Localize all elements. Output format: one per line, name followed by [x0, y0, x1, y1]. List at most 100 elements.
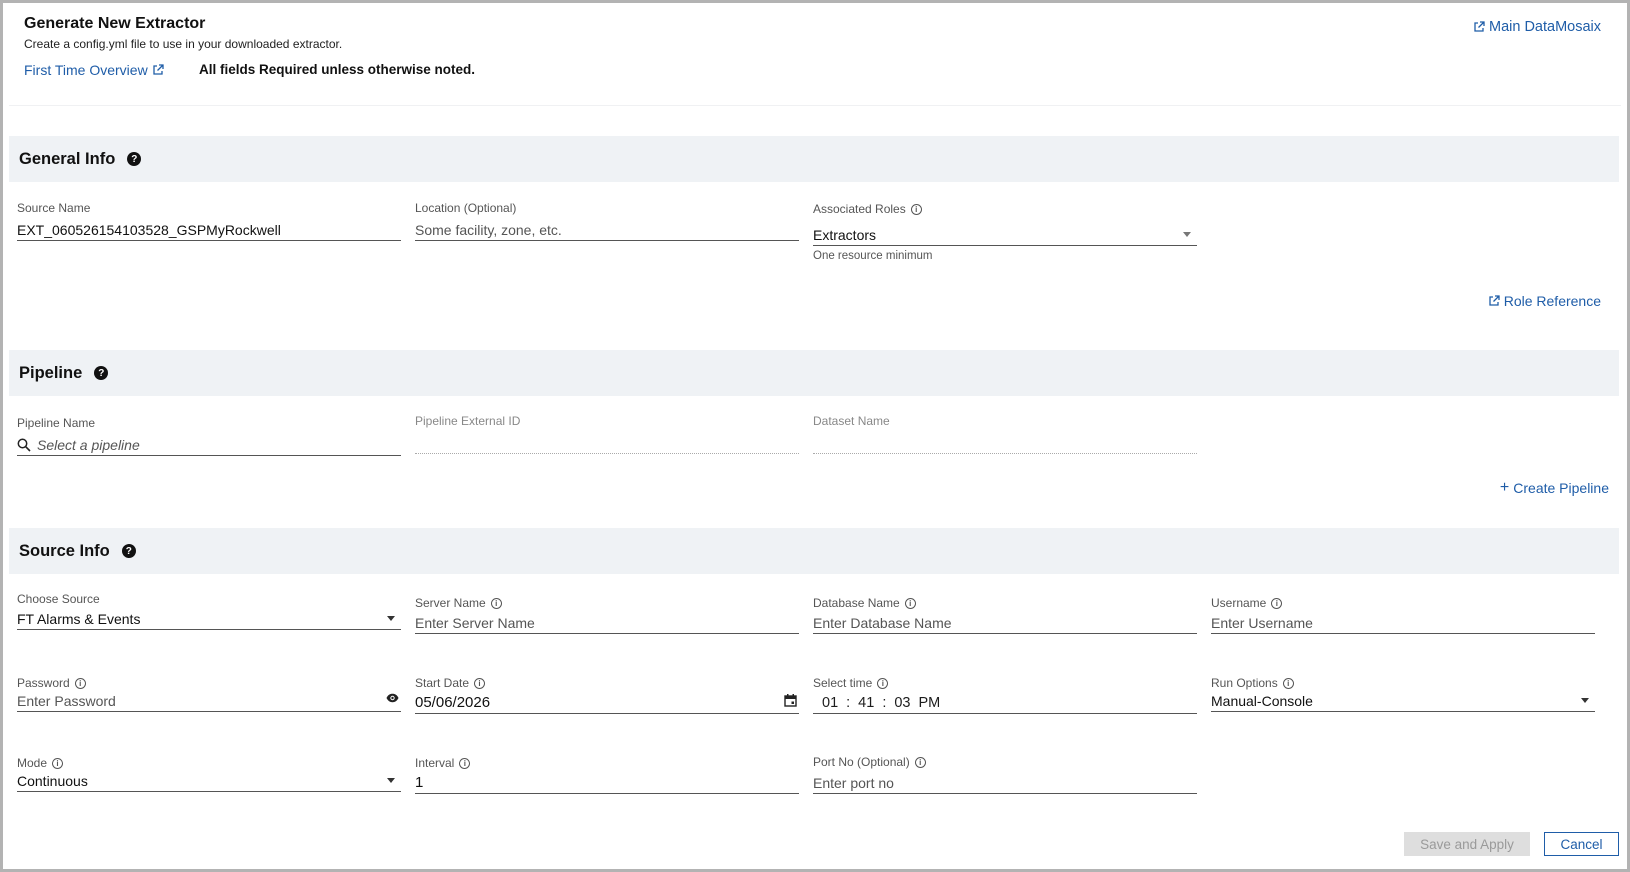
server-name-placeholder: Enter Server Name [415, 614, 535, 631]
info-icon[interactable]: i [74, 677, 86, 689]
mode-field: Mode i Continuous [17, 756, 401, 792]
info-icon[interactable]: i [877, 677, 889, 689]
time-parts: 01 : 41 : 03 PM [813, 695, 948, 711]
interval-label: Interval [415, 756, 455, 770]
associated-roles-select[interactable]: Extractors [813, 224, 1197, 246]
pipeline-name-input[interactable]: Select a pipeline [17, 434, 401, 456]
username-placeholder: Enter Username [1211, 614, 1313, 631]
choose-source-label: Choose Source [17, 592, 100, 606]
mode-value: Continuous [17, 772, 88, 789]
location-placeholder: Some facility, zone, etc. [415, 221, 562, 238]
start-date-label: Start Date [415, 676, 470, 690]
choose-source-select[interactable]: FT Alarms & Events [17, 608, 401, 630]
select-time-input[interactable]: 01 : 41 : 03 PM [813, 692, 1197, 714]
chevron-down-icon [1183, 232, 1191, 237]
help-icon[interactable]: ? [94, 366, 109, 380]
info-icon[interactable]: i [1282, 677, 1294, 689]
password-input[interactable]: Enter Password [17, 690, 401, 712]
port-no-input[interactable]: Enter port no [813, 772, 1197, 794]
save-and-apply-button[interactable]: Save and Apply [1404, 832, 1530, 856]
external-link-icon [1474, 21, 1485, 32]
info-icon[interactable]: i [1271, 597, 1283, 609]
source-info-section-header: Source Info ? [9, 528, 1619, 574]
location-input[interactable]: Some facility, zone, etc. [415, 219, 799, 241]
info-icon[interactable]: i [52, 757, 64, 769]
database-name-field: Database Name i Enter Database Name [813, 596, 1197, 634]
password-field: Password i Enter Password [17, 676, 401, 712]
mode-select[interactable]: Continuous [17, 770, 401, 792]
password-placeholder: Enter Password [17, 692, 116, 709]
associated-roles-helper: One resource minimum [813, 250, 933, 262]
plus-icon: + [1499, 479, 1510, 496]
run-options-value: Manual-Console [1211, 692, 1313, 709]
create-pipeline-label: Create Pipeline [1513, 480, 1609, 496]
port-no-placeholder: Enter port no [813, 774, 894, 791]
dataset-name-field: Dataset Name [813, 414, 1197, 454]
page-title: Generate New Extractor [24, 15, 206, 32]
main-datamosaix-link[interactable]: Main DataMosaix [1473, 19, 1601, 35]
pipeline-title: Pipeline [19, 363, 83, 382]
dataset-name-input [813, 432, 1197, 454]
external-link-icon [153, 64, 164, 75]
source-info-title: Source Info [19, 541, 110, 560]
run-options-label: Run Options [1211, 676, 1278, 690]
server-name-label: Server Name [415, 596, 486, 610]
port-no-label: Port No (Optional) [813, 755, 910, 769]
location-field: Location (Optional) Some facility, zone,… [415, 201, 799, 241]
database-name-placeholder: Enter Database Name [813, 614, 952, 631]
server-name-input[interactable]: Enter Server Name [415, 612, 799, 634]
time-minute[interactable]: 41 [858, 695, 874, 711]
start-date-input[interactable]: 05/06/2026 [415, 692, 799, 714]
interval-field: Interval i 1 [415, 756, 799, 794]
external-link-icon [1489, 295, 1500, 306]
role-reference-link[interactable]: Role Reference [1488, 293, 1601, 309]
general-info-title: General Info [19, 149, 116, 168]
pipeline-section-header: Pipeline ? [9, 350, 1619, 396]
run-options-select[interactable]: Manual-Console [1211, 690, 1595, 712]
choose-source-field: Choose Source FT Alarms & Events [17, 592, 401, 630]
calendar-icon[interactable] [784, 694, 797, 707]
associated-roles-value: Extractors [813, 226, 877, 243]
database-name-label: Database Name [813, 596, 900, 610]
required-note: All fields Required unless otherwise not… [199, 62, 476, 77]
username-input[interactable]: Enter Username [1211, 612, 1595, 634]
help-icon[interactable]: ? [127, 152, 142, 166]
general-info-section-header: General Info ? [9, 136, 1619, 182]
interval-input[interactable]: 1 [415, 772, 799, 794]
chevron-down-icon [1581, 698, 1589, 703]
chevron-down-icon [387, 778, 395, 783]
associated-roles-field: Associated Roles i Extractors One resour… [813, 202, 1197, 262]
help-icon[interactable]: ? [121, 544, 136, 558]
select-time-label: Select time [813, 676, 873, 690]
info-icon[interactable]: i [459, 757, 471, 769]
main-datamosaix-label: Main DataMosaix [1488, 19, 1601, 35]
info-icon[interactable]: i [904, 597, 916, 609]
choose-source-value: FT Alarms & Events [17, 610, 141, 627]
info-icon[interactable]: i [914, 756, 926, 768]
info-icon[interactable]: i [490, 597, 502, 609]
page-subtitle: Create a config.yml file to use in your … [24, 37, 343, 51]
run-options-field: Run Options i Manual-Console [1211, 676, 1595, 712]
pipeline-external-id-field: Pipeline External ID [415, 414, 799, 454]
eye-icon[interactable] [386, 693, 399, 703]
location-label: Location (Optional) [415, 201, 517, 215]
start-date-field: Start Date i 05/06/2026 [415, 676, 799, 714]
username-label: Username [1211, 596, 1267, 610]
first-time-overview-link[interactable]: First Time Overview [24, 62, 164, 78]
database-name-input[interactable]: Enter Database Name [813, 612, 1197, 634]
pipeline-name-field: Pipeline Name Select a pipeline [17, 416, 401, 456]
time-ampm[interactable]: PM [918, 695, 940, 711]
source-name-input[interactable]: EXT_060526154103528_GSPMyRockwell [17, 219, 401, 241]
associated-roles-label: Associated Roles [813, 202, 906, 216]
time-second[interactable]: 03 [894, 695, 910, 711]
header-divider [9, 105, 1621, 106]
dataset-name-label: Dataset Name [813, 414, 890, 428]
chevron-down-icon [387, 616, 395, 621]
create-pipeline-link[interactable]: + Create Pipeline [1499, 479, 1609, 497]
source-name-label: Source Name [17, 201, 91, 215]
time-hour[interactable]: 01 [822, 695, 838, 711]
cancel-button[interactable]: Cancel [1544, 832, 1619, 856]
info-icon[interactable]: i [474, 677, 486, 689]
info-icon[interactable]: i [910, 203, 922, 215]
pipeline-name-placeholder: Select a pipeline [37, 436, 140, 453]
